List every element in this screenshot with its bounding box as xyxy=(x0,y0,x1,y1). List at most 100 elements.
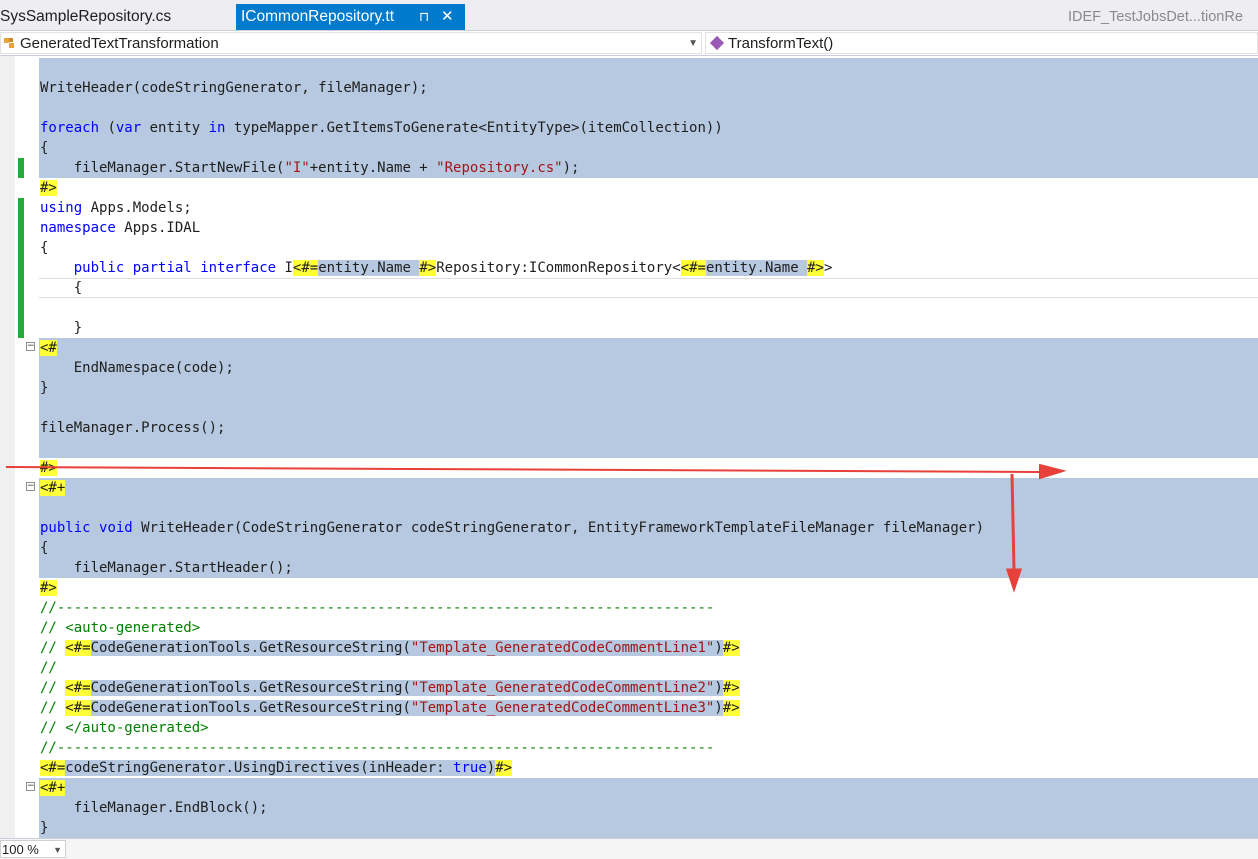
class-icon xyxy=(4,38,14,48)
code-line[interactable] xyxy=(0,58,1258,78)
code-line-background xyxy=(39,218,1258,238)
code-line[interactable]: { xyxy=(0,538,1258,558)
code-token: var xyxy=(115,120,142,136)
tab-idef-testjobs[interactable]: IDEF_TestJobsDet...tionRe xyxy=(1068,4,1258,30)
code-text: <#+ xyxy=(40,478,66,498)
code-token: CodeGenerationTools.GetResourceString( xyxy=(90,680,411,696)
code-token: ) xyxy=(714,700,723,716)
code-text: #> xyxy=(40,578,57,598)
code-token: #> xyxy=(722,700,740,716)
code-line[interactable]: //--------------------------------------… xyxy=(0,598,1258,618)
code-line[interactable] xyxy=(0,98,1258,118)
code-text: // <#=CodeGenerationTools.GetResourceStr… xyxy=(40,698,740,718)
code-text: WriteHeader(codeStringGenerator, fileMan… xyxy=(40,78,428,98)
code-line[interactable]: // <auto-generated> xyxy=(0,618,1258,638)
code-line[interactable]: − <#+ xyxy=(0,778,1258,798)
code-line[interactable]: − <#+ xyxy=(0,478,1258,498)
change-indicator xyxy=(18,278,24,298)
code-line[interactable]: WriteHeader(codeStringGenerator, fileMan… xyxy=(0,78,1258,98)
code-line[interactable] xyxy=(0,298,1258,318)
code-line[interactable]: } xyxy=(0,318,1258,338)
tab-syssample-repository[interactable]: SysSampleRepository.cs xyxy=(0,4,236,30)
code-text: namespace Apps.IDAL xyxy=(40,218,200,238)
code-line[interactable]: // <#=CodeGenerationTools.GetResourceStr… xyxy=(0,678,1258,698)
zoom-dropdown[interactable]: 100 % ▼ xyxy=(0,840,66,858)
code-token: #> xyxy=(495,760,513,776)
code-line-background xyxy=(39,458,1258,478)
code-line[interactable]: { xyxy=(0,238,1258,258)
code-text: using Apps.Models; xyxy=(40,198,192,218)
code-text: // <auto-generated> xyxy=(40,618,200,638)
code-line[interactable]: − <# xyxy=(0,338,1258,358)
member-dropdown-value: TransformText() xyxy=(728,35,834,52)
code-token: #> xyxy=(40,580,57,596)
code-text: // xyxy=(40,658,57,678)
code-line[interactable]: #> xyxy=(0,578,1258,598)
fold-minus-icon[interactable]: − xyxy=(26,782,35,791)
code-token: WriteHeader(codeStringGenerator, fileMan… xyxy=(40,80,428,96)
code-line[interactable]: namespace Apps.IDAL xyxy=(0,218,1258,238)
code-line[interactable]: //--------------------------------------… xyxy=(0,738,1258,758)
code-line-background xyxy=(39,278,1258,298)
pin-icon[interactable]: ⊓ xyxy=(419,4,429,30)
code-block-highlight xyxy=(39,818,1258,838)
change-indicator xyxy=(18,738,24,758)
fold-minus-icon[interactable]: − xyxy=(26,342,35,351)
code-editor[interactable]: WriteHeader(codeStringGenerator, fileMan… xyxy=(0,56,1258,838)
change-indicator xyxy=(18,218,24,238)
change-indicator xyxy=(18,798,24,818)
code-token: namespace xyxy=(40,220,116,236)
code-line[interactable]: // xyxy=(0,658,1258,678)
fold-minus-icon[interactable]: − xyxy=(26,482,35,491)
code-line[interactable]: using Apps.Models; xyxy=(0,198,1258,218)
code-block-highlight xyxy=(39,378,1258,398)
code-line[interactable]: fileManager.StartHeader(); xyxy=(0,558,1258,578)
code-block-highlight xyxy=(39,398,1258,418)
member-dropdown[interactable]: TransformText() xyxy=(705,32,1258,54)
type-dropdown[interactable]: GeneratedTextTransformation ▼ xyxy=(0,32,702,54)
code-line[interactable]: { xyxy=(0,278,1258,298)
code-line[interactable]: foreach (var entity in typeMapper.GetIte… xyxy=(0,118,1258,138)
code-line[interactable]: fileManager.EndBlock(); xyxy=(0,798,1258,818)
code-token: "Template_GeneratedCodeCommentLine1" xyxy=(410,640,715,656)
code-token: "I" xyxy=(284,160,310,176)
code-text: } xyxy=(40,818,48,838)
tab-icommon-repository-active[interactable]: ICommonRepository.tt ⊓ ✕ xyxy=(236,4,465,30)
code-line-background xyxy=(39,198,1258,218)
change-indicator xyxy=(18,138,24,158)
code-line[interactable]: // <#=CodeGenerationTools.GetResourceStr… xyxy=(0,638,1258,658)
code-token: fileManager.EndBlock(); xyxy=(40,800,268,816)
change-indicator xyxy=(18,118,24,138)
code-line[interactable] xyxy=(0,498,1258,518)
zoom-value: 100 % xyxy=(2,842,39,857)
code-line[interactable]: public void WriteHeader(CodeStringGenera… xyxy=(0,518,1258,538)
code-line[interactable]: <#=codeStringGenerator.UsingDirectives(i… xyxy=(0,758,1258,778)
change-indicator xyxy=(18,498,24,518)
code-line[interactable]: fileManager.StartNewFile("I"+entity.Name… xyxy=(0,158,1258,178)
code-token: <# xyxy=(40,340,57,356)
code-line[interactable] xyxy=(0,398,1258,418)
close-icon[interactable]: ✕ xyxy=(441,4,454,30)
code-token: } xyxy=(40,820,49,836)
code-line[interactable]: public partial interface I<#=entity.Name… xyxy=(0,258,1258,278)
code-line[interactable]: #> xyxy=(0,458,1258,478)
code-line[interactable]: } xyxy=(0,818,1258,838)
code-token: > xyxy=(823,260,833,276)
code-line[interactable]: // </auto-generated> xyxy=(0,718,1258,738)
code-line[interactable]: fileManager.Process(); xyxy=(0,418,1258,438)
code-line[interactable]: EndNamespace(code); xyxy=(0,358,1258,378)
code-line[interactable] xyxy=(0,438,1258,458)
code-block-highlight xyxy=(39,138,1258,158)
code-line[interactable]: // <#=CodeGenerationTools.GetResourceStr… xyxy=(0,698,1258,718)
code-token: entity xyxy=(141,120,209,136)
code-text: fileManager.EndBlock(); xyxy=(40,798,268,818)
code-token: fileManager.Process(); xyxy=(40,420,226,436)
code-text: public partial interface I<#=entity.Name… xyxy=(40,258,832,278)
code-line[interactable]: #> xyxy=(0,178,1258,198)
tab-label: ICommonRepository.tt xyxy=(241,8,395,25)
code-line[interactable]: } xyxy=(0,378,1258,398)
code-line[interactable]: { xyxy=(0,138,1258,158)
tab-label: IDEF_TestJobsDet...tionRe xyxy=(1068,9,1243,25)
